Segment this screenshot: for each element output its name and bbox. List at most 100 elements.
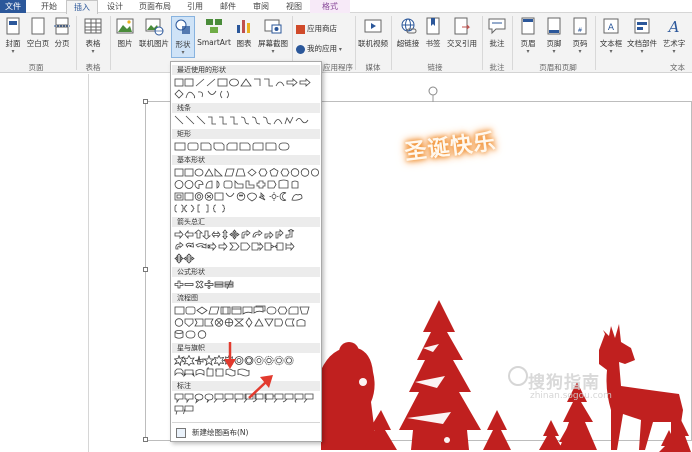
tab-0[interactable]: 文件 — [0, 0, 26, 13]
gallery-divider — [172, 422, 320, 423]
tab-6[interactable]: 邮件 — [213, 0, 243, 13]
shape-row-equation[interactable] — [174, 279, 320, 290]
wordart-button[interactable]: A 艺术字 ▾ — [660, 16, 688, 58]
shape-row-lines[interactable] — [174, 115, 320, 126]
chart-button[interactable]: 图表 — [233, 16, 255, 58]
shape-row-block-arrows[interactable] — [174, 253, 320, 264]
footer-button[interactable]: 页脚 ▾ — [542, 16, 566, 58]
recent-shapes-icon[interactable] — [174, 77, 320, 88]
chart-icon — [237, 20, 250, 33]
resize-handle[interactable] — [143, 99, 148, 104]
store-icon — [296, 24, 305, 34]
watermark-logo-icon — [508, 366, 528, 386]
bookmark-icon — [426, 17, 440, 35]
hyperlink-button[interactable]: 超链接 — [395, 16, 421, 58]
equation-shapes-icon[interactable] — [174, 279, 320, 290]
shape-row-stars[interactable] — [174, 355, 320, 366]
tab-2[interactable]: 插入 — [66, 0, 98, 14]
page-number-icon: # — [573, 17, 587, 35]
table-icon — [84, 18, 102, 34]
tab-3[interactable]: 设计 — [100, 0, 130, 13]
flowchart-shapes-icon[interactable] — [174, 305, 320, 316]
tab-1[interactable]: 开始 — [33, 0, 65, 13]
tab-9[interactable]: 格式 — [310, 0, 350, 13]
cover-page-button[interactable]: 封面 ▾ — [2, 16, 24, 58]
resize-handle[interactable] — [143, 437, 148, 442]
shapes-button[interactable]: 形状 ▾ — [171, 16, 195, 58]
shape-row-recent[interactable] — [174, 89, 320, 100]
basic-shapes-icon[interactable] — [174, 203, 320, 214]
shape-row-block-arrows[interactable] — [174, 229, 320, 240]
header-button[interactable]: 页眉 ▾ — [516, 16, 540, 58]
wordart-icon: A — [667, 18, 680, 36]
basic-shapes-icon[interactable] — [174, 191, 320, 202]
group-separator — [110, 16, 111, 70]
blank-page-button[interactable]: 空白页 — [26, 16, 50, 58]
shape-row-flowchart[interactable] — [174, 317, 320, 328]
ribbon-insert: 封面 ▾ 空白页 分页 页面 表格 ▾ 表格 图片 联机图片 形状 ▾ SmartAr… — [0, 13, 692, 73]
screenshot-button[interactable]: 屏幕截图 ▾ — [257, 16, 289, 58]
basic-shapes-icon[interactable] — [174, 179, 320, 190]
shape-row-basic[interactable] — [174, 191, 320, 202]
shape-row-basic[interactable] — [174, 203, 320, 214]
table-button[interactable]: 表格 ▾ — [80, 16, 106, 58]
online-picture-button[interactable]: 联机图片 — [138, 16, 170, 58]
group-separator — [355, 16, 356, 70]
shape-row-flowchart[interactable] — [174, 305, 320, 316]
rotate-handle-icon[interactable] — [427, 85, 439, 103]
drawing-canvas-icon — [176, 428, 186, 438]
block-arrow-shapes-icon[interactable] — [174, 253, 320, 264]
cross-reference-icon — [454, 17, 471, 35]
picture-button[interactable]: 图片 — [114, 16, 136, 58]
svg-text:#: # — [577, 27, 582, 34]
shape-row-rectangles[interactable] — [174, 141, 320, 152]
online-video-button[interactable]: 联机视频 — [358, 16, 388, 58]
quick-parts-button[interactable]: 文档部件 ▾ — [626, 16, 658, 58]
comment-button[interactable]: 批注 — [486, 16, 508, 58]
tab-container: 文件 开始 插入 设计 页面布局 引用 邮件 审阅 视图 格式 — [0, 0, 692, 14]
comment-icon — [488, 18, 506, 35]
page-break-button[interactable]: 分页 — [52, 16, 72, 58]
smartart-icon — [206, 19, 222, 33]
tab-8[interactable]: 视图 — [279, 0, 309, 13]
section-stars-banners: 星与旗帜 — [172, 343, 320, 353]
flowchart-shapes-icon[interactable] — [174, 329, 320, 340]
cross-reference-button[interactable]: 交叉引用 — [445, 16, 479, 58]
shape-row-block-arrows[interactable] — [174, 241, 320, 252]
flowchart-shapes-icon[interactable] — [174, 317, 320, 328]
callout-shapes-icon[interactable] — [174, 405, 320, 416]
rectangle-shapes-icon[interactable] — [174, 141, 320, 152]
picture-icon — [116, 18, 134, 34]
shape-row-flowchart[interactable] — [174, 329, 320, 340]
textbox-button[interactable]: A 文本框 ▾ — [598, 16, 624, 58]
svg-text:A: A — [667, 18, 680, 36]
my-apps-button[interactable]: 我的应用 ▾ — [296, 43, 342, 54]
watermark-text: 搜狗指南 — [528, 373, 600, 393]
store-button[interactable]: 应用商店 — [296, 23, 337, 34]
tab-5[interactable]: 引用 — [180, 0, 210, 13]
group-separator — [391, 16, 392, 70]
shape-row-basic[interactable] — [174, 167, 320, 178]
quick-parts-icon — [634, 18, 650, 34]
section-recent-shapes: 最近使用的形状 — [172, 65, 320, 75]
block-arrow-shapes-icon[interactable] — [174, 229, 320, 240]
tab-4[interactable]: 页面布局 — [134, 0, 176, 13]
block-arrow-shapes-icon[interactable] — [174, 241, 320, 252]
line-shapes-icon[interactable] — [174, 115, 320, 126]
group-label-tables: 表格 — [85, 63, 101, 72]
resize-handle[interactable] — [143, 267, 148, 272]
shape-row-callouts[interactable] — [174, 405, 320, 416]
recent-shapes-icon[interactable] — [174, 89, 320, 100]
christmas-scene-image[interactable] — [319, 290, 692, 452]
shape-row-recent[interactable] — [174, 77, 320, 88]
group-separator — [595, 16, 596, 70]
tab-7[interactable]: 审阅 — [246, 0, 276, 13]
star-shapes-icon[interactable] — [174, 355, 320, 366]
svg-text:A: A — [608, 23, 615, 33]
shape-row-basic[interactable] — [174, 179, 320, 190]
basic-shapes-icon[interactable] — [174, 167, 320, 178]
page-number-button[interactable]: # 页码 ▾ — [568, 16, 592, 58]
bookmark-button[interactable]: 书签 — [423, 16, 443, 58]
smartart-button[interactable]: SmartArt — [197, 16, 231, 58]
new-drawing-canvas-button[interactable]: 新建绘图画布(N) — [172, 426, 320, 440]
